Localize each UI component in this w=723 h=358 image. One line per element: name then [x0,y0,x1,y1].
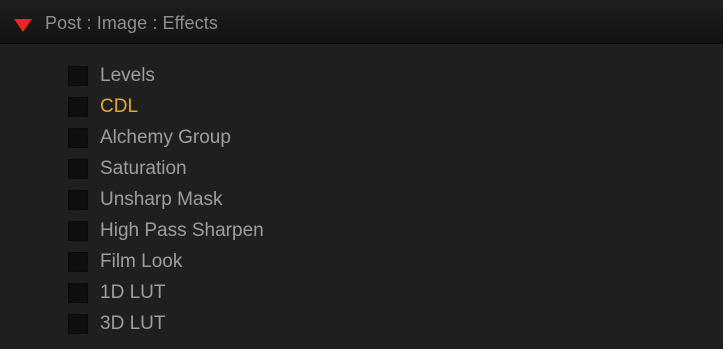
effect-checkbox[interactable] [68,96,88,117]
effect-item-cdl[interactable]: CDL [68,91,264,122]
effect-item-film-look[interactable]: Film Look [68,246,264,277]
effect-item-1d-lut[interactable]: 1D LUT [68,277,264,308]
effect-checkbox[interactable] [68,158,88,179]
effect-checkbox[interactable] [68,220,88,241]
effect-label: Levels [100,64,155,86]
effect-label: 3D LUT [100,312,166,334]
panel-title: Post : Image : Effects [45,13,218,33]
effect-checkbox[interactable] [68,189,88,210]
panel-header[interactable]: Post : Image : Effects [0,8,723,44]
effect-item-alchemy-group[interactable]: Alchemy Group [68,122,264,153]
effects-list: Levels CDL Alchemy Group Saturation Unsh… [68,60,264,339]
effect-checkbox[interactable] [68,313,88,334]
effect-label: 1D LUT [100,281,166,303]
expand-triangle-icon[interactable] [14,19,32,32]
effect-label: Film Look [100,250,183,272]
effect-label: CDL [100,95,139,117]
effect-item-3d-lut[interactable]: 3D LUT [68,308,264,339]
effect-checkbox[interactable] [68,251,88,272]
effect-checkbox[interactable] [68,127,88,148]
effects-panel: Post : Image : Effects Levels CDL Alchem… [0,0,723,349]
effect-label: Saturation [100,157,187,179]
effect-checkbox[interactable] [68,65,88,86]
effect-item-high-pass-sharpen[interactable]: High Pass Sharpen [68,215,264,246]
effect-item-unsharp-mask[interactable]: Unsharp Mask [68,184,264,215]
effect-item-levels[interactable]: Levels [68,60,264,91]
effect-label: Alchemy Group [100,126,231,148]
effect-label: Unsharp Mask [100,188,223,210]
effect-item-saturation[interactable]: Saturation [68,153,264,184]
effect-label: High Pass Sharpen [100,219,264,241]
effect-checkbox[interactable] [68,282,88,303]
